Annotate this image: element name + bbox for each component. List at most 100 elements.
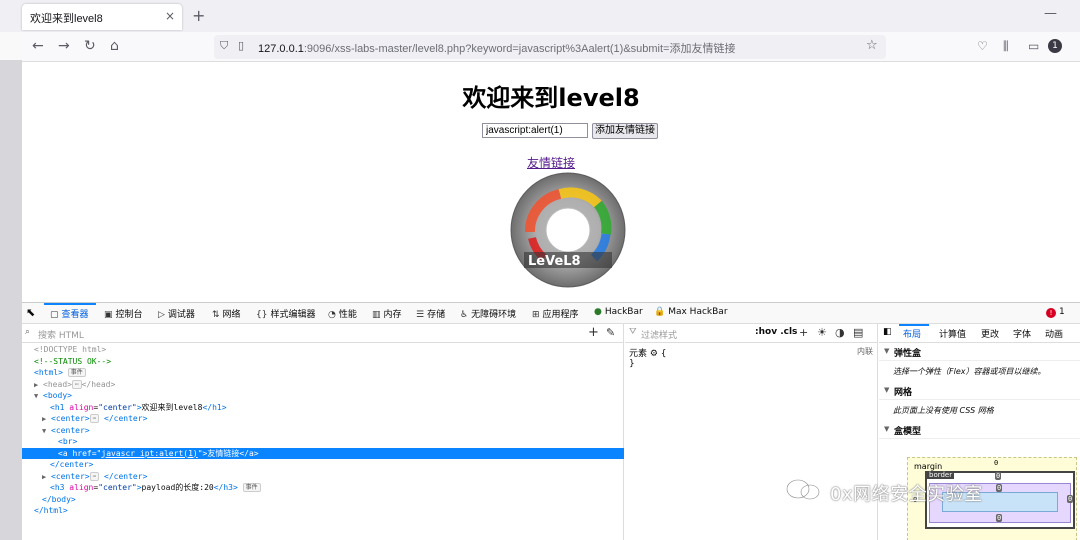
forward-icon[interactable]: → — [58, 38, 70, 54]
tree-row[interactable]: ▼ <center> — [22, 425, 624, 437]
tab-computed[interactable]: 计算值 — [939, 327, 966, 340]
account-badge[interactable]: 1 — [1048, 39, 1062, 53]
tab-changes[interactable]: 更改 — [981, 327, 999, 340]
element-picker-icon[interactable]: ⬉ — [26, 306, 35, 319]
tree-row[interactable]: ▶ <center> ⋯ </center> — [22, 413, 624, 425]
home-icon[interactable]: ⌂ — [110, 38, 119, 54]
pocket-icon[interactable]: ♡ — [977, 39, 988, 53]
section-title: 网格 — [894, 388, 913, 398]
inspector-pane: ⌕ 搜索 HTML + ✎ <!DOCTYPE html> <!--STATUS… — [22, 324, 624, 540]
inspector-icon: ▢ — [50, 310, 59, 320]
shield-icon[interactable]: ⛉ — [220, 39, 228, 53]
tab-accessibility[interactable]: ♿ 无障碍环境 — [460, 307, 516, 320]
sidebar-icon[interactable]: ▭ — [1028, 39, 1039, 53]
collapsed-pill[interactable]: ⋯ — [71, 379, 82, 389]
tab-fonts[interactable]: 字体 — [1013, 327, 1031, 340]
add-friend-link-button[interactable]: 添加友情链接 — [592, 123, 658, 139]
tab-storage[interactable]: ☰ 存储 — [416, 307, 445, 320]
tree-row[interactable]: <h3 align="center">payload的长度:20</h3> 事件 — [22, 482, 624, 494]
border-right-value[interactable]: 0 — [1067, 495, 1074, 503]
flexbox-section-header[interactable]: ▼ 弹性盒 — [879, 343, 1080, 361]
tree-row[interactable]: <!DOCTYPE html> — [22, 344, 624, 356]
eyedropper-icon[interactable]: ✎ — [606, 326, 615, 339]
window-left-edge — [0, 0, 22, 540]
error-count[interactable]: 1 — [1059, 307, 1065, 317]
accessibility-icon: ♿ — [460, 310, 469, 320]
link-text: 友情链接 — [207, 448, 240, 458]
level8-disc-image: LeVeL8 — [510, 172, 626, 288]
tab-style-editor[interactable]: {} 样式编辑器 — [256, 307, 315, 320]
tree-row[interactable]: <html> 事件 — [22, 367, 624, 379]
href-value[interactable]: javascr_ipt:alert(1) — [101, 449, 197, 458]
event-pill[interactable]: 事件 — [67, 368, 86, 377]
tree-row[interactable]: <h1 align="center">欢迎来到level8</h1> — [22, 402, 624, 414]
tab-debugger[interactable]: ▷ 调试器 — [158, 307, 195, 320]
margin-top-value[interactable]: 0 — [994, 459, 998, 467]
tree-row[interactable]: </center> — [22, 459, 624, 471]
tab-network[interactable]: ⇅ 网络 — [212, 307, 241, 320]
tree-row[interactable]: ▶ <head> ⋯ </head> — [22, 379, 624, 391]
grid-note: 此页面上没有使用 CSS 网格 — [893, 406, 994, 415]
watermark-text: 0x网络安全实验室 — [830, 484, 983, 505]
light-theme-icon[interactable]: ☀ — [817, 326, 827, 339]
hov-toggle[interactable]: :hov .cls — [755, 327, 797, 337]
tab-title: 欢迎来到level8 — [30, 13, 103, 25]
reload-icon[interactable]: ↻ — [84, 38, 96, 54]
tab-inspector[interactable]: ▢ 查看器 — [50, 307, 89, 320]
bookmark-star-icon[interactable]: ☆ — [866, 38, 878, 53]
padding-top-value[interactable]: 0 — [996, 484, 1003, 492]
tab-animations[interactable]: 动画 — [1045, 327, 1063, 340]
minimize-icon[interactable]: — — [1044, 6, 1057, 21]
tab-max-hackbar[interactable]: 🔒 Max HackBar — [654, 307, 728, 317]
element-rule-close: } — [629, 359, 635, 369]
boxmodel-section-header[interactable]: ▼ 盒模型 — [879, 421, 1080, 439]
tree-row[interactable]: </html> — [22, 505, 624, 517]
section-title: 弹性盒 — [894, 349, 922, 359]
browser-tab[interactable]: 欢迎来到level8 × — [22, 4, 182, 30]
page-title: 欢迎来到level8 — [462, 84, 640, 112]
toggle-sidebar-icon[interactable]: ◧ — [883, 327, 892, 337]
url-text[interactable]: 127.0.0.1:9096/xss-labs-master/level8.ph… — [258, 40, 736, 56]
url-bar[interactable]: ⛉ ▯ 127.0.0.1:9096/xss-labs-master/level… — [214, 35, 886, 59]
active-tab-indicator — [44, 303, 96, 305]
add-rule-icon[interactable]: + — [799, 326, 808, 339]
tree-row[interactable]: <!--STATUS OK--> — [22, 356, 624, 368]
page-info-icon[interactable]: ▯ — [238, 39, 244, 52]
error-icon[interactable]: ! — [1046, 308, 1056, 318]
tree-row[interactable]: </body> — [22, 494, 624, 506]
tab-layout[interactable]: 布局 — [903, 327, 921, 340]
border-top-value[interactable]: 0 — [995, 472, 1002, 480]
library-icon[interactable]: ⫼ — [1003, 39, 1009, 54]
network-icon: ⇅ — [212, 310, 220, 320]
h3-text: payload的长度:20 — [141, 483, 214, 492]
tab-hackbar[interactable]: ● HackBar — [594, 307, 643, 317]
new-tab-icon[interactable]: + — [192, 6, 205, 25]
collapsed-pill[interactable]: ⋯ — [89, 471, 100, 481]
print-media-icon[interactable]: ▤ — [853, 326, 863, 339]
tree-row-selected[interactable]: <a href="javascr_ipt:alert(1)">友情链接</a> — [22, 447, 624, 459]
html-search-bar[interactable]: ⌕ 搜索 HTML + ✎ — [22, 324, 624, 343]
element-rule[interactable]: 元素 ⚙ { } — [629, 346, 667, 369]
rules-pane: ⛛ 过滤样式 :hov .cls + ☀ ◑ ▤ 元素 ⚙ { } 内联 — [625, 324, 878, 540]
friend-link[interactable]: 友情链接 — [0, 154, 1080, 171]
add-node-icon[interactable]: + — [588, 325, 599, 340]
memory-icon: ▥ — [372, 310, 381, 320]
event-pill[interactable]: 事件 — [242, 483, 261, 492]
dark-theme-icon[interactable]: ◑ — [835, 326, 845, 339]
padding-bottom-value[interactable]: 0 — [996, 514, 1003, 522]
grid-section-header[interactable]: ▼ 网格 — [879, 382, 1080, 400]
tab-application[interactable]: ⊞ 应用程序 — [532, 307, 579, 320]
tree-row[interactable]: ▼ <body> — [22, 390, 624, 402]
tab-memory[interactable]: ▥ 内存 — [372, 307, 402, 320]
h1-text: 欢迎来到level8 — [141, 402, 203, 412]
tab-performance[interactable]: ◔ 性能 — [328, 307, 357, 320]
tab-console[interactable]: ▣ 控制台 — [104, 307, 143, 320]
filter-styles-input[interactable]: 过滤样式 — [641, 328, 677, 341]
html-search-input[interactable]: 搜索 HTML — [38, 328, 84, 341]
collapsed-pill[interactable]: ⋯ — [89, 414, 100, 423]
tab-close-icon[interactable]: × — [165, 9, 175, 23]
tree-row[interactable]: <br> — [22, 436, 624, 448]
back-icon[interactable]: ← — [32, 38, 44, 54]
tree-row[interactable]: ▶ <center> ⋯ </center> — [22, 471, 624, 483]
keyword-input[interactable] — [482, 123, 588, 138]
